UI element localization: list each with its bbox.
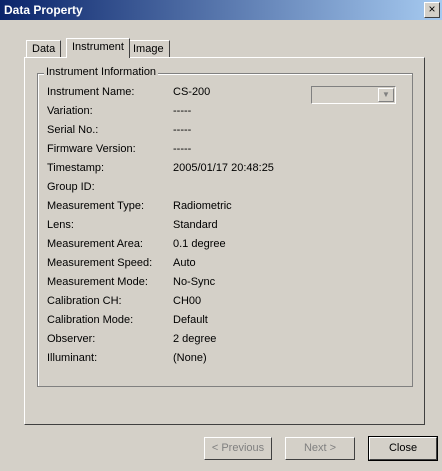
tab-image[interactable]: Image xyxy=(127,40,170,57)
next-button[interactable]: Next > xyxy=(285,437,355,460)
info-value: Default xyxy=(173,314,208,326)
info-row: Variation: ----- xyxy=(47,105,407,119)
info-label: Observer: xyxy=(47,333,96,345)
previous-button[interactable]: < Previous xyxy=(204,437,272,460)
info-label: Measurement Speed: xyxy=(47,257,153,269)
info-row: Observer: 2 degree xyxy=(47,333,407,347)
info-label: Firmware Version: xyxy=(47,143,136,155)
info-value: CS-200 xyxy=(173,86,211,98)
info-label: Calibration CH: xyxy=(47,295,122,307)
info-value: 0.1 degree xyxy=(173,238,226,250)
tab-data[interactable]: Data xyxy=(26,40,62,57)
info-value: (None) xyxy=(173,352,207,364)
info-row: Measurement Type: Radiometric xyxy=(47,200,407,214)
title-bar[interactable]: Data Property × xyxy=(0,0,442,20)
info-value: ----- xyxy=(173,124,192,136)
info-row: Calibration CH: CH00 xyxy=(47,295,407,309)
data-property-dialog: Data Property × Data Instrument Image In… xyxy=(0,0,442,471)
info-value: CH00 xyxy=(173,295,202,307)
info-label: Timestamp: xyxy=(47,162,105,174)
info-value: ----- xyxy=(173,143,192,155)
info-row: Group ID: xyxy=(47,181,407,195)
instrument-info-group: Instrument Information ▼ Instrument Name… xyxy=(37,66,413,387)
info-value: 2005/01/17 20:48:25 xyxy=(173,162,274,174)
info-row: Firmware Version: ----- xyxy=(47,143,407,157)
close-button[interactable]: Close xyxy=(369,437,437,460)
info-label: Variation: xyxy=(47,105,93,117)
info-label: Serial No.: xyxy=(47,124,99,136)
info-row: Measurement Mode: No-Sync xyxy=(47,276,407,290)
info-row: Illuminant: (None) xyxy=(47,352,407,366)
info-row: Instrument Name: CS-200 xyxy=(47,86,407,100)
info-label: Instrument Name: xyxy=(47,86,135,98)
info-label: Measurement Area: xyxy=(47,238,143,250)
info-value: ----- xyxy=(173,105,192,117)
info-label: Measurement Type: xyxy=(47,200,145,212)
info-label: Measurement Mode: xyxy=(47,276,148,288)
close-window-icon[interactable]: × xyxy=(424,2,440,18)
info-label: Calibration Mode: xyxy=(47,314,134,326)
info-row: Lens: Standard xyxy=(47,219,407,233)
info-label: Illuminant: xyxy=(47,352,98,364)
window-title: Data Property xyxy=(4,3,83,17)
info-label: Lens: xyxy=(47,219,74,231)
group-title: Instrument Information xyxy=(44,66,159,78)
info-row: Timestamp: 2005/01/17 20:48:25 xyxy=(47,162,407,176)
info-row: Measurement Speed: Auto xyxy=(47,257,407,271)
tab-instrument[interactable]: Instrument xyxy=(66,38,130,58)
info-value: Auto xyxy=(173,257,196,269)
info-row: Serial No.: ----- xyxy=(47,124,407,138)
info-label: Group ID: xyxy=(47,181,95,193)
info-value: Radiometric xyxy=(173,200,232,212)
tab-panel-instrument: Instrument Information ▼ Instrument Name… xyxy=(24,57,425,425)
info-value: Standard xyxy=(173,219,218,231)
info-value: No-Sync xyxy=(173,276,216,288)
info-value: 2 degree xyxy=(173,333,217,345)
info-row: Measurement Area: 0.1 degree xyxy=(47,238,407,252)
info-row: Calibration Mode: Default xyxy=(47,314,407,328)
